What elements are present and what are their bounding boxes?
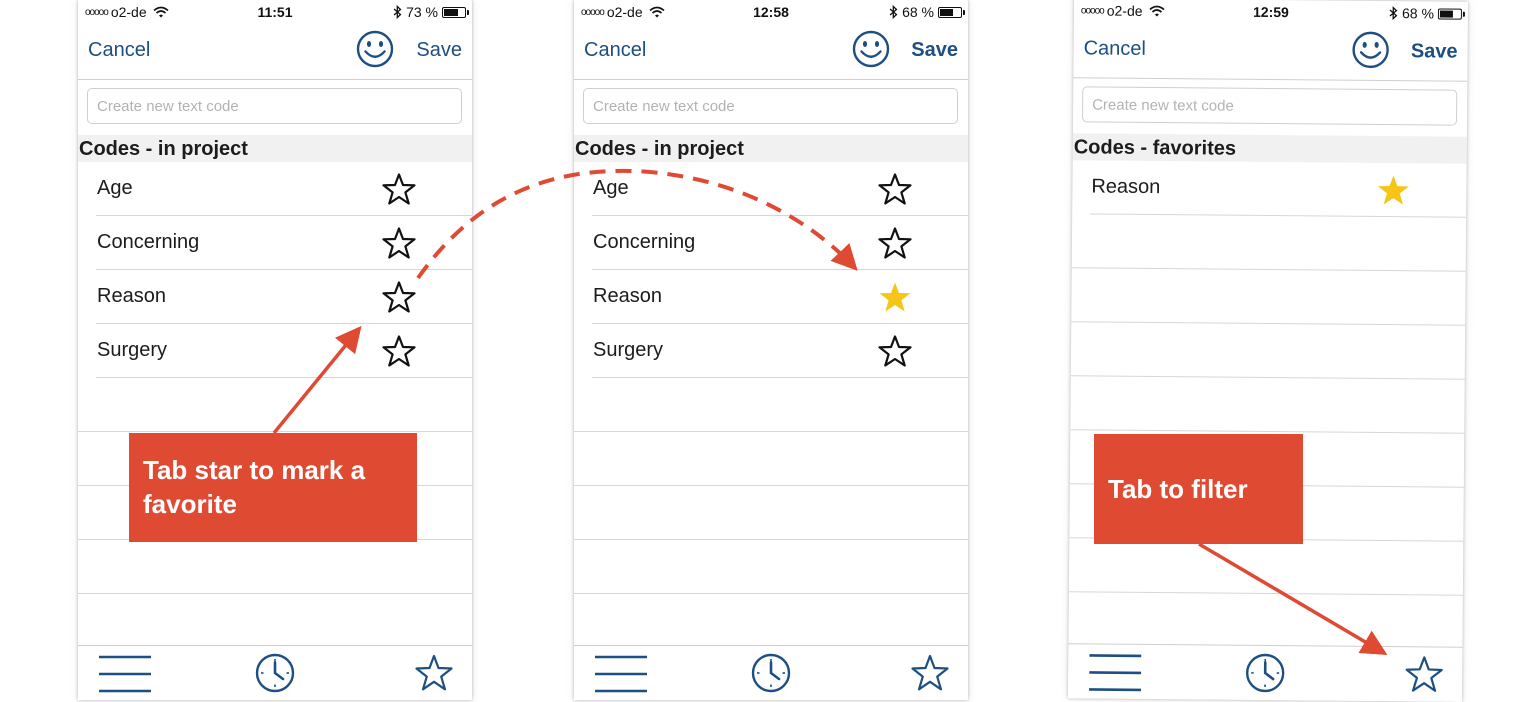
bluetooth-icon <box>889 5 898 19</box>
code-label: Reason <box>97 285 166 308</box>
cancel-button[interactable]: Cancel <box>88 39 150 62</box>
nav-bar: Cancel Save <box>1073 22 1467 81</box>
code-row-reason[interactable]: Reason <box>574 270 968 324</box>
phone-screen-1: ooooo o2-de 11:51 73 % Cancel Save Codes… <box>78 0 472 700</box>
code-row-age[interactable]: Age <box>574 162 968 216</box>
star-outline-icon[interactable] <box>878 335 912 367</box>
phone-screen-3: ooooo o2-de 12:59 68 % Cancel Save Codes… <box>1068 0 1468 702</box>
empty-row <box>1072 214 1466 271</box>
cancel-button[interactable]: Cancel <box>1084 37 1146 61</box>
new-code-input[interactable] <box>87 88 462 124</box>
clock-icon[interactable] <box>254 652 296 694</box>
save-button[interactable]: Save <box>911 39 958 62</box>
star-filled-icon[interactable] <box>1376 174 1410 206</box>
section-header: Codes - in project <box>78 135 472 162</box>
empty-row <box>574 540 968 594</box>
code-row-concerning[interactable]: Concerning <box>574 216 968 270</box>
code-label: Concerning <box>593 231 695 254</box>
empty-row <box>574 432 968 486</box>
empty-row <box>1070 376 1464 433</box>
menu-icon[interactable] <box>1089 652 1141 692</box>
battery-level <box>444 9 458 16</box>
code-label: Surgery <box>97 339 167 362</box>
phone-screen-2: ooooo o2-de 12:58 68 % Cancel Save Codes… <box>574 0 968 700</box>
code-label: Reason <box>593 285 662 308</box>
code-row-age[interactable]: Age <box>78 162 472 216</box>
save-button[interactable]: Save <box>416 39 462 62</box>
clock-icon[interactable] <box>750 652 792 694</box>
cancel-button[interactable]: Cancel <box>584 39 646 62</box>
code-label: Age <box>593 177 629 200</box>
empty-row <box>574 378 968 432</box>
menu-icon[interactable] <box>595 654 647 694</box>
callout-filter: Tab to filter <box>1094 434 1303 544</box>
nav-bar: Cancel Save <box>78 24 472 80</box>
menu-icon[interactable] <box>99 654 151 694</box>
star-icon[interactable] <box>910 654 950 692</box>
battery-percent: 68 % <box>1402 5 1434 21</box>
empty-row <box>78 540 472 594</box>
nav-bar: Cancel Save <box>574 24 968 80</box>
empty-row <box>574 486 968 540</box>
section-header: Codes - in project <box>574 135 968 162</box>
tab-bar <box>78 645 472 700</box>
smiley-icon[interactable] <box>356 30 394 68</box>
code-row-reason[interactable]: Reason <box>1072 160 1466 217</box>
star-outline-icon[interactable] <box>382 173 416 205</box>
code-row-surgery[interactable]: Surgery <box>574 324 968 378</box>
battery-percent: 68 % <box>902 4 934 20</box>
code-row-concerning[interactable]: Concerning <box>78 216 472 270</box>
star-outline-icon[interactable] <box>382 335 416 367</box>
battery-level <box>1440 10 1453 17</box>
star-outline-icon[interactable] <box>382 227 416 259</box>
code-row-reason[interactable]: Reason <box>78 270 472 324</box>
status-bar: ooooo o2-de 12:58 68 % <box>574 0 968 24</box>
smiley-icon[interactable] <box>1351 31 1389 69</box>
code-label: Age <box>97 177 133 200</box>
section-header: Codes - favorites <box>1073 133 1467 163</box>
code-row-surgery[interactable]: Surgery <box>78 324 472 378</box>
empty-row <box>78 378 472 432</box>
code-list: Age Concerning Reason Surgery <box>574 162 968 594</box>
star-outline-icon[interactable] <box>878 227 912 259</box>
battery-icon <box>1438 8 1462 19</box>
empty-row <box>1069 538 1463 595</box>
clock-icon[interactable] <box>1244 652 1286 694</box>
bluetooth-icon <box>393 5 402 19</box>
code-label: Reason <box>1091 175 1160 199</box>
save-button[interactable]: Save <box>1411 40 1458 63</box>
code-label: Concerning <box>97 231 199 254</box>
empty-row <box>1068 592 1462 649</box>
code-list: Reason <box>1068 160 1466 649</box>
battery-icon <box>442 7 466 18</box>
tab-bar <box>1068 643 1462 701</box>
star-icon[interactable] <box>1404 655 1444 693</box>
star-outline-icon[interactable] <box>878 173 912 205</box>
battery-icon <box>938 7 962 18</box>
status-bar: ooooo o2-de 11:51 73 % <box>78 0 472 24</box>
new-code-input[interactable] <box>583 88 958 124</box>
smiley-icon[interactable] <box>852 30 890 68</box>
tab-bar <box>574 645 968 700</box>
star-filled-icon[interactable] <box>878 281 912 313</box>
battery-percent: 73 % <box>406 4 438 20</box>
empty-row <box>1071 322 1465 379</box>
bluetooth-icon <box>1389 6 1398 20</box>
empty-row <box>1071 268 1465 325</box>
callout-mark-favorite: Tab star to mark a favorite <box>129 433 417 542</box>
new-code-input[interactable] <box>1082 86 1457 125</box>
star-outline-icon[interactable] <box>382 281 416 313</box>
battery-level <box>940 9 953 16</box>
code-label: Surgery <box>593 339 663 362</box>
star-icon[interactable] <box>414 654 454 692</box>
